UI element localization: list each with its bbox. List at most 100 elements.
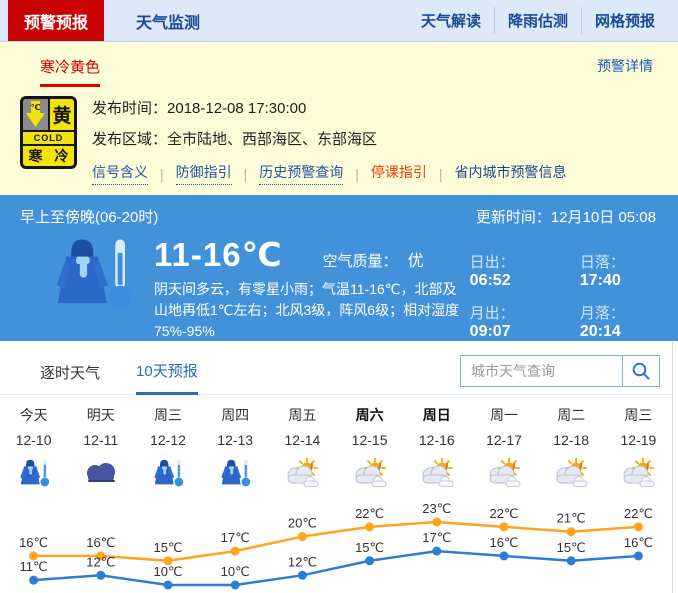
tab-hourly-weather[interactable]: 逐时天气 <box>40 362 100 394</box>
day-name: 周三 <box>134 404 201 428</box>
low-temp-line <box>34 551 639 585</box>
low-temp-label: 15℃ <box>355 540 384 555</box>
high-temp-label: 20℃ <box>288 516 317 531</box>
publish-time-value: 2018-12-08 17:30:00 <box>167 100 306 117</box>
alert-link[interactable]: 历史预警查询 <box>259 162 343 185</box>
divider: | <box>355 166 359 182</box>
low-temp-point <box>164 580 173 589</box>
high-temp-label: 16℃ <box>86 535 115 550</box>
cold-coat-icon <box>0 453 67 493</box>
alert-link[interactable]: 省内城市预警信息 <box>455 162 567 185</box>
alert-link[interactable]: 信号含义 <box>92 162 148 185</box>
forecast-day-column[interactable]: 今天12-10 <box>0 404 67 493</box>
moonrise-value: 09:07 <box>470 323 511 340</box>
nav-tab-warning-forecast[interactable]: 预警预报 <box>8 0 104 41</box>
top-nav-bar: 预警预报 天气监测 天气解读降雨估测网格预报 <box>0 0 678 42</box>
low-temp-label: 17℃ <box>422 530 451 545</box>
publish-time-label: 发布时间： <box>92 100 167 117</box>
warning-cold-en-label: COLD <box>23 132 74 146</box>
nav-link[interactable]: 天气解读 <box>408 7 494 34</box>
cold-coat-icon <box>48 235 136 342</box>
high-temp-point <box>432 518 441 527</box>
update-time-value: 12月10日 05:08 <box>551 209 656 226</box>
sunrise-time: 日出：06:52 <box>470 251 544 290</box>
search-button[interactable] <box>622 355 660 387</box>
alert-link[interactable]: 防御指引 <box>176 162 232 185</box>
moonrise-label: 月出： <box>470 305 515 322</box>
high-temp-point <box>365 522 374 531</box>
cold-yellow-warning-icon: ℃ 黄 COLD 寒 冷 <box>20 96 77 169</box>
forecast-day-column[interactable]: 明天12-11 <box>67 404 134 493</box>
nav-link[interactable]: 网格预报 <box>581 7 668 34</box>
high-temp-label: 17℃ <box>221 530 250 545</box>
forecast-day-column[interactable]: 周三12-12 <box>134 404 201 493</box>
high-temp-label: 21℃ <box>557 511 586 526</box>
day-name: 周四 <box>202 404 269 428</box>
nav-link[interactable]: 降雨估测 <box>494 7 581 34</box>
low-temp-point <box>567 556 576 565</box>
low-temp-label: 10℃ <box>153 564 182 579</box>
city-search-input[interactable] <box>460 355 622 387</box>
cold-alert-section: 寒冷黄色 预警详情 ℃ 黄 COLD 寒 冷 发布时间：2018-12-08 1… <box>0 42 678 195</box>
temp-range: 11-16℃ <box>154 235 283 274</box>
nav-links: 天气解读降雨估测网格预报 <box>408 0 678 41</box>
day-name: 周日 <box>403 404 470 428</box>
high-temp-point <box>231 547 240 556</box>
day-date: 12-11 <box>67 428 134 453</box>
partly-cloudy-icon <box>470 453 537 493</box>
day-date: 12-17 <box>470 428 537 453</box>
high-temp-label: 23℃ <box>422 501 451 516</box>
day-name: 明天 <box>67 404 134 428</box>
temperature-drop-arrow-icon: ℃ <box>23 99 50 130</box>
nav-tab-weather-monitor[interactable]: 天气监测 <box>120 0 216 41</box>
tab-10day-forecast[interactable]: 10天预报 <box>136 360 198 395</box>
high-temp-line <box>34 522 639 561</box>
period-label: 早上至傍晚(06-20时) <box>20 206 158 227</box>
forecast-day-column[interactable]: 周六12-15 <box>336 404 403 493</box>
low-temp-point <box>298 571 307 580</box>
day-name: 周一 <box>470 404 537 428</box>
low-temp-point <box>231 580 240 589</box>
moonset-label: 月落： <box>580 305 625 322</box>
high-temp-label: 15℃ <box>153 540 182 555</box>
sun-moon-times: 日出：06:52 日落：17:40 月出：09:07 月落：20:14 <box>470 251 654 342</box>
low-temp-point <box>634 551 643 560</box>
svg-text:℃: ℃ <box>31 103 41 112</box>
sunrise-label: 日出： <box>470 254 515 271</box>
alert-tab-cold-yellow[interactable]: 寒冷黄色 <box>40 56 100 87</box>
update-time-label: 更新时间： <box>476 209 551 226</box>
day-name: 周六 <box>336 404 403 428</box>
high-temp-label: 16℃ <box>19 535 48 550</box>
high-temp-point <box>500 522 509 531</box>
high-temp-point <box>298 532 307 541</box>
air-quality: 空气质量：优 <box>323 247 424 271</box>
forecast-day-column[interactable]: 周二12-18 <box>538 404 605 493</box>
high-temp-point <box>634 522 643 531</box>
low-temp-label: 16℃ <box>489 535 518 550</box>
cold-coat-icon <box>202 453 269 493</box>
temperature-chart: 16℃16℃15℃17℃20℃22℃23℃22℃21℃22℃11℃12℃10℃1… <box>0 493 672 593</box>
warning-level-label: 黄 <box>50 99 74 130</box>
partly-cloudy-icon <box>403 453 470 493</box>
low-temp-label: 10℃ <box>221 564 250 579</box>
high-temp-label: 22℃ <box>489 506 518 521</box>
forecast-day-column[interactable]: 周日12-16 <box>403 404 470 493</box>
low-temp-point <box>432 547 441 556</box>
forecast-day-column[interactable]: 周四12-13 <box>202 404 269 493</box>
sunrise-value: 06:52 <box>470 272 511 289</box>
alert-detail-link[interactable]: 预警详情 <box>597 56 653 76</box>
moonset-time: 月落：20:14 <box>580 302 654 341</box>
high-temp-label: 22℃ <box>624 506 653 521</box>
forecast-day-column[interactable]: 周一12-17 <box>470 404 537 493</box>
search-icon <box>631 361 651 381</box>
forecast-day-column[interactable]: 周五12-14 <box>269 404 336 493</box>
weather-description: 阴天间多云，有零星小雨；气温11-16℃，北部及山地再低1℃左右；北风3级，阵风… <box>154 279 470 342</box>
publish-region-value: 全市陆地、西部海区、东部海区 <box>167 131 377 148</box>
alert-links-row: 信号含义|防御指引|历史预警查询|停课指引|省内城市预警信息 <box>92 162 567 185</box>
partly-cloudy-icon <box>336 453 403 493</box>
alert-link[interactable]: 停课指引 <box>371 162 427 185</box>
day-date: 12-19 <box>605 428 672 453</box>
publish-region: 发布区域：全市陆地、西部海区、东部海区 <box>92 128 567 149</box>
forecast-day-column[interactable]: 周三12-19 <box>605 404 672 493</box>
low-temp-label: 15℃ <box>557 540 586 555</box>
